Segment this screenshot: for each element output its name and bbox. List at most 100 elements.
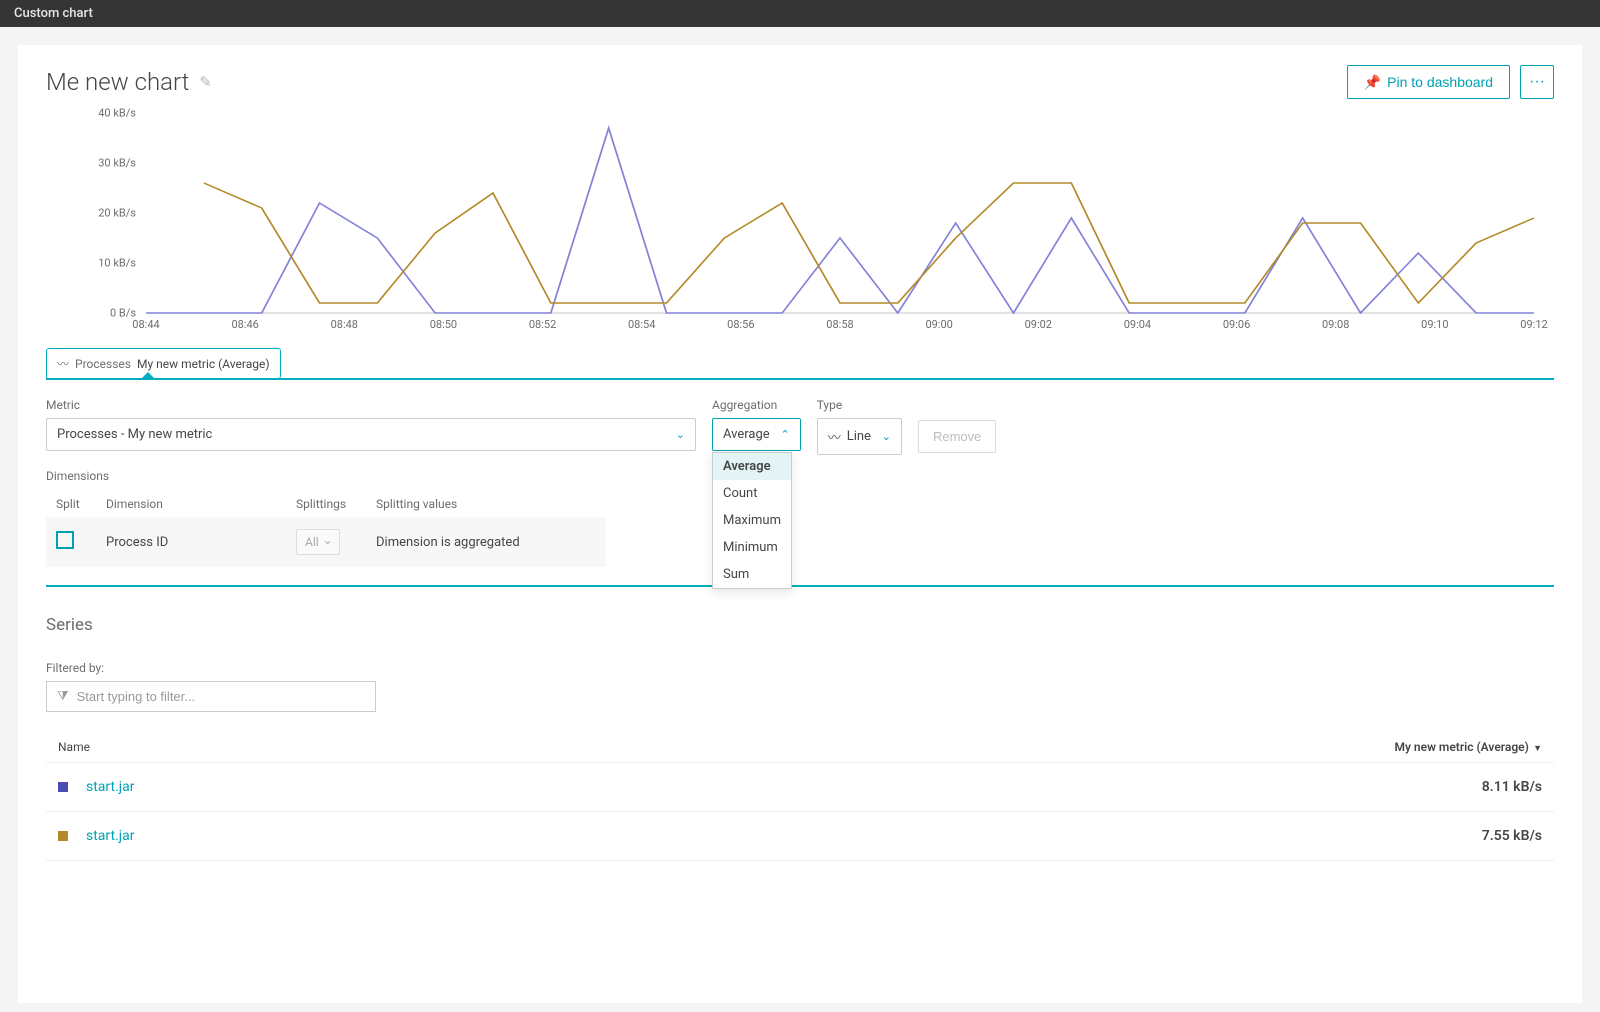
line-chart-icon: 〰 (57, 355, 69, 372)
chart-area: 0 B/s10 kB/s20 kB/s30 kB/s40 kB/s 08:440… (46, 113, 1554, 338)
col-splittings: Splittings (296, 497, 376, 511)
type-column: Type 〰 Line ⌄ (817, 398, 902, 455)
filter-input[interactable] (77, 689, 365, 704)
type-select[interactable]: 〰 Line ⌄ (817, 418, 902, 455)
y-axis: 0 B/s10 kB/s20 kB/s30 kB/s40 kB/s (46, 113, 146, 313)
series-row: start.jar 7.55 kB/s (46, 812, 1554, 861)
chart-series-line (146, 128, 1534, 313)
aggregation-option[interactable]: Minimum (713, 534, 791, 561)
config-row: Metric Processes - My new metric ⌄ Aggre… (46, 398, 1554, 455)
metric-value: Processes - My new metric (57, 427, 212, 442)
topbar-title: Custom chart (14, 6, 93, 21)
series-divider (46, 378, 1554, 380)
pill-prefix: Processes (75, 357, 131, 371)
pin-label: Pin to dashboard (1387, 74, 1493, 90)
aggregation-option[interactable]: Maximum (713, 507, 791, 534)
y-tick: 40 kB/s (98, 107, 136, 120)
x-tick: 08:48 (331, 318, 358, 331)
split-checkbox[interactable] (56, 531, 74, 549)
x-tick: 09:12 (1520, 318, 1547, 331)
x-tick: 09:02 (1025, 318, 1052, 331)
more-actions-button[interactable]: ··· (1520, 65, 1554, 99)
x-tick: 09:10 (1421, 318, 1448, 331)
aggregation-dropdown: AverageCountMaximumMinimumSum (712, 452, 792, 589)
sort-desc-icon: ▼ (1531, 744, 1542, 754)
x-tick: 09:04 (1124, 318, 1151, 331)
chart-plot (146, 113, 1534, 313)
chart-title: Me new chart (46, 68, 189, 96)
x-tick: 09:06 (1223, 318, 1250, 331)
chart-series-line (204, 183, 1534, 303)
dimensions-label: Dimensions (46, 469, 1554, 483)
x-tick: 08:52 (529, 318, 556, 331)
chart-title-wrap: Me new chart ✎ (46, 68, 212, 96)
x-tick: 08:56 (727, 318, 754, 331)
filtered-by-label: Filtered by: (46, 661, 1554, 675)
more-icon: ··· (1529, 73, 1545, 91)
x-tick: 09:08 (1322, 318, 1349, 331)
x-axis: 08:4408:4608:4808:5008:5208:5408:5608:58… (146, 318, 1534, 338)
edit-title-icon[interactable]: ✎ (199, 73, 212, 91)
aggregation-value: Average (723, 427, 770, 442)
aggregation-select[interactable]: Average ⌃ (712, 418, 801, 451)
col-dimension: Dimension (106, 497, 296, 511)
splittings-select[interactable]: All (296, 529, 340, 555)
series-col-name[interactable]: Name (58, 740, 90, 754)
x-tick: 08:50 (430, 318, 457, 331)
col-split: Split (56, 497, 106, 511)
aggregation-column: Aggregation Average ⌃ AverageCountMaximu… (712, 398, 801, 451)
header-actions: 📌 Pin to dashboard ··· (1347, 65, 1554, 99)
pin-to-dashboard-button[interactable]: 📌 Pin to dashboard (1347, 65, 1510, 99)
x-tick: 09:00 (925, 318, 952, 331)
series-value: 7.55 kB/s (1482, 828, 1542, 844)
remove-button[interactable]: Remove (918, 420, 996, 453)
chevron-down-icon: ⌄ (676, 428, 685, 441)
chevron-down-icon: ⌄ (882, 430, 891, 443)
series-color-swatch (58, 831, 68, 841)
splitting-values: Dimension is aggregated (376, 535, 596, 550)
series-table: Name My new metric (Average) ▼ start.jar… (46, 732, 1554, 861)
chevron-up-icon: ⌃ (780, 428, 789, 441)
metric-column: Metric Processes - My new metric ⌄ (46, 398, 696, 451)
dimension-name: Process ID (106, 535, 296, 550)
pin-icon: 📌 (1364, 74, 1381, 91)
dimension-row: Process ID All Dimension is aggregated (46, 517, 606, 567)
series-color-swatch (58, 782, 68, 792)
series-value: 8.11 kB/s (1482, 779, 1542, 795)
type-label: Type (817, 398, 902, 412)
col-values: Splitting values (376, 497, 596, 511)
y-tick: 20 kB/s (98, 207, 136, 220)
aggregation-option[interactable]: Sum (713, 561, 791, 588)
line-chart-icon: 〰 (828, 427, 841, 446)
series-name-link[interactable]: start.jar (86, 779, 135, 795)
filter-input-wrap[interactable]: ⧩ (46, 681, 376, 712)
series-pill[interactable]: 〰 Processes My new metric (Average) (46, 348, 281, 379)
y-tick: 10 kB/s (98, 257, 136, 270)
x-tick: 08:54 (628, 318, 655, 331)
filter-icon: ⧩ (57, 689, 69, 704)
series-table-header: Name My new metric (Average) ▼ (46, 732, 1554, 763)
aggregation-option[interactable]: Count (713, 480, 791, 507)
series-row: start.jar 8.11 kB/s (46, 763, 1554, 812)
page-header: Me new chart ✎ 📌 Pin to dashboard ··· (46, 65, 1554, 99)
pill-main: My new metric (Average) (137, 357, 270, 371)
metric-select[interactable]: Processes - My new metric ⌄ (46, 418, 696, 451)
section-divider (46, 585, 1554, 587)
x-tick: 08:44 (132, 318, 159, 331)
y-tick: 30 kB/s (98, 157, 136, 170)
series-col-metric[interactable]: My new metric (Average) ▼ (1394, 740, 1542, 754)
aggregation-option[interactable]: Average (713, 453, 791, 480)
x-tick: 08:58 (826, 318, 853, 331)
series-name-link[interactable]: start.jar (86, 828, 135, 844)
metric-label: Metric (46, 398, 696, 412)
type-value: Line (847, 429, 871, 444)
dimensions-header: Split Dimension Splittings Splitting val… (46, 491, 606, 517)
dimensions-table: Split Dimension Splittings Splitting val… (46, 491, 606, 567)
x-tick: 08:46 (231, 318, 258, 331)
aggregation-label: Aggregation (712, 398, 801, 412)
topbar: Custom chart (0, 0, 1600, 27)
series-pill-row: 〰 Processes My new metric (Average) (46, 348, 1554, 379)
series-heading: Series (46, 615, 1554, 635)
remove-column: Remove (918, 398, 996, 453)
page: Me new chart ✎ 📌 Pin to dashboard ··· 0 … (18, 45, 1582, 1003)
